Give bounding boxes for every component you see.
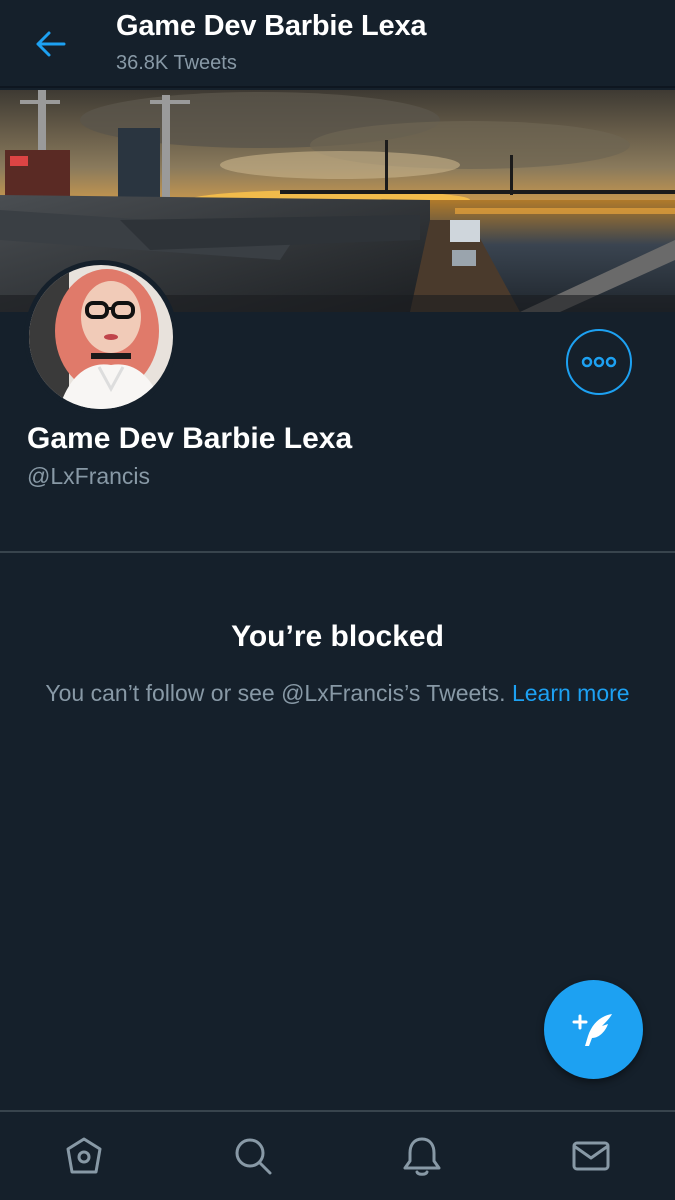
profile-name: Game Dev Barbie Lexa: [27, 422, 353, 455]
back-button[interactable]: [22, 22, 80, 66]
tweet-count: 36.8K Tweets: [116, 52, 237, 74]
back-arrow-icon: [36, 31, 66, 57]
home-icon: [66, 1137, 102, 1174]
learn-more-link[interactable]: Learn more: [512, 680, 630, 706]
compose-tweet-button[interactable]: [544, 980, 643, 1079]
divider: [0, 551, 675, 553]
avatar-image: [29, 265, 173, 409]
compose-tweet-icon: [572, 1013, 612, 1046]
more-options-button[interactable]: [566, 329, 632, 395]
avatar[interactable]: [24, 260, 178, 414]
nav-messages[interactable]: [551, 1116, 631, 1196]
top-app-bar: Game Dev Barbie Lexa 36.8K Tweets: [0, 0, 675, 88]
nav-search[interactable]: [213, 1116, 293, 1196]
search-icon: [235, 1138, 272, 1175]
nav-notifications[interactable]: [382, 1116, 462, 1196]
blocked-title: You’re blocked: [231, 620, 444, 653]
profile-screen: Game Dev Barbie Lexa 36.8K Tweets Game D…: [0, 0, 675, 1200]
profile-handle: @LxFrancis: [27, 463, 151, 489]
blocked-message-text: You can’t follow or see @LxFrancis’s Twe…: [45, 680, 506, 706]
nav-home[interactable]: [44, 1116, 124, 1196]
more-options-icon: [581, 356, 617, 368]
blocked-message: You can’t follow or see @LxFrancis’s Twe…: [40, 677, 635, 710]
header-title: Game Dev Barbie Lexa: [116, 10, 427, 42]
bottom-navigation: [0, 1110, 675, 1200]
messages-icon: [572, 1141, 610, 1171]
notifications-icon: [403, 1137, 441, 1176]
